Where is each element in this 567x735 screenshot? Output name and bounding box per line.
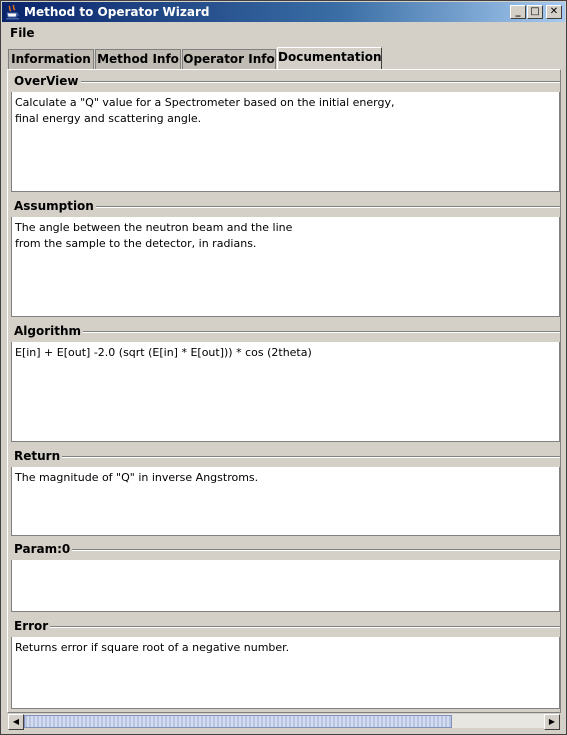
- tab-information[interactable]: Information: [8, 49, 94, 69]
- section-algorithm: Algorithm E[in] + E[out] -2.0 (sqrt (E[i…: [10, 322, 560, 443]
- section-header: OverView: [10, 72, 560, 90]
- section-error: Error Returns error if square root of a …: [10, 617, 560, 711]
- param-0-textarea[interactable]: [11, 560, 560, 612]
- documentation-panel: OverView Calculate a "Q" value for a Spe…: [7, 69, 561, 713]
- horizontal-scrollbar[interactable]: ◀ ▶: [7, 713, 561, 730]
- section-return: Return The magnitude of "Q" in inverse A…: [10, 447, 560, 537]
- error-textarea[interactable]: Returns error if square root of a negati…: [11, 637, 560, 709]
- section-overview: OverView Calculate a "Q" value for a Spe…: [10, 72, 560, 193]
- section-label: Error: [14, 619, 51, 633]
- title-bar[interactable]: Method to Operator Wizard _ □ ✕: [2, 2, 565, 22]
- wizard-window: Method to Operator Wizard _ □ ✕ File Inf…: [0, 0, 567, 735]
- scroll-right-icon[interactable]: ▶: [544, 714, 560, 730]
- overview-textarea[interactable]: Calculate a "Q" value for a Spectrometer…: [11, 92, 560, 192]
- section-label: OverView: [14, 74, 81, 88]
- tab-operator-info[interactable]: Operator Info: [182, 49, 276, 69]
- section-label: Assumption: [14, 199, 96, 213]
- close-button[interactable]: ✕: [546, 5, 562, 19]
- section-header: Algorithm: [10, 322, 560, 340]
- section-header: Assumption: [10, 197, 560, 215]
- section-label: Param:0: [14, 542, 73, 556]
- section-label: Return: [14, 449, 63, 463]
- menu-file[interactable]: File: [10, 26, 35, 40]
- scroll-thumb[interactable]: [24, 715, 452, 728]
- tab-documentation[interactable]: Documentation: [277, 47, 382, 69]
- section-header: Param:0: [10, 540, 560, 558]
- minimize-button[interactable]: _: [510, 5, 526, 19]
- menu-bar: File: [2, 23, 565, 43]
- section-param-0: Param:0: [10, 540, 560, 613]
- scroll-left-icon[interactable]: ◀: [8, 714, 24, 730]
- section-header: Return: [10, 447, 560, 465]
- section-assumption: Assumption The angle between the neutron…: [10, 197, 560, 318]
- section-label: Algorithm: [14, 324, 84, 338]
- window-title: Method to Operator Wizard: [24, 5, 210, 19]
- return-textarea[interactable]: The magnitude of "Q" in inverse Angstrom…: [11, 467, 560, 536]
- tab-strip: Information Method Info Operator Info Do…: [7, 47, 561, 69]
- tab-method-info[interactable]: Method Info: [95, 49, 181, 69]
- algorithm-textarea[interactable]: E[in] + E[out] -2.0 (sqrt (E[in] * E[out…: [11, 342, 560, 442]
- java-cup-icon: [6, 4, 19, 20]
- maximize-button[interactable]: □: [527, 5, 543, 19]
- section-header: Error: [10, 617, 560, 635]
- assumption-textarea[interactable]: The angle between the neutron beam and t…: [11, 217, 560, 317]
